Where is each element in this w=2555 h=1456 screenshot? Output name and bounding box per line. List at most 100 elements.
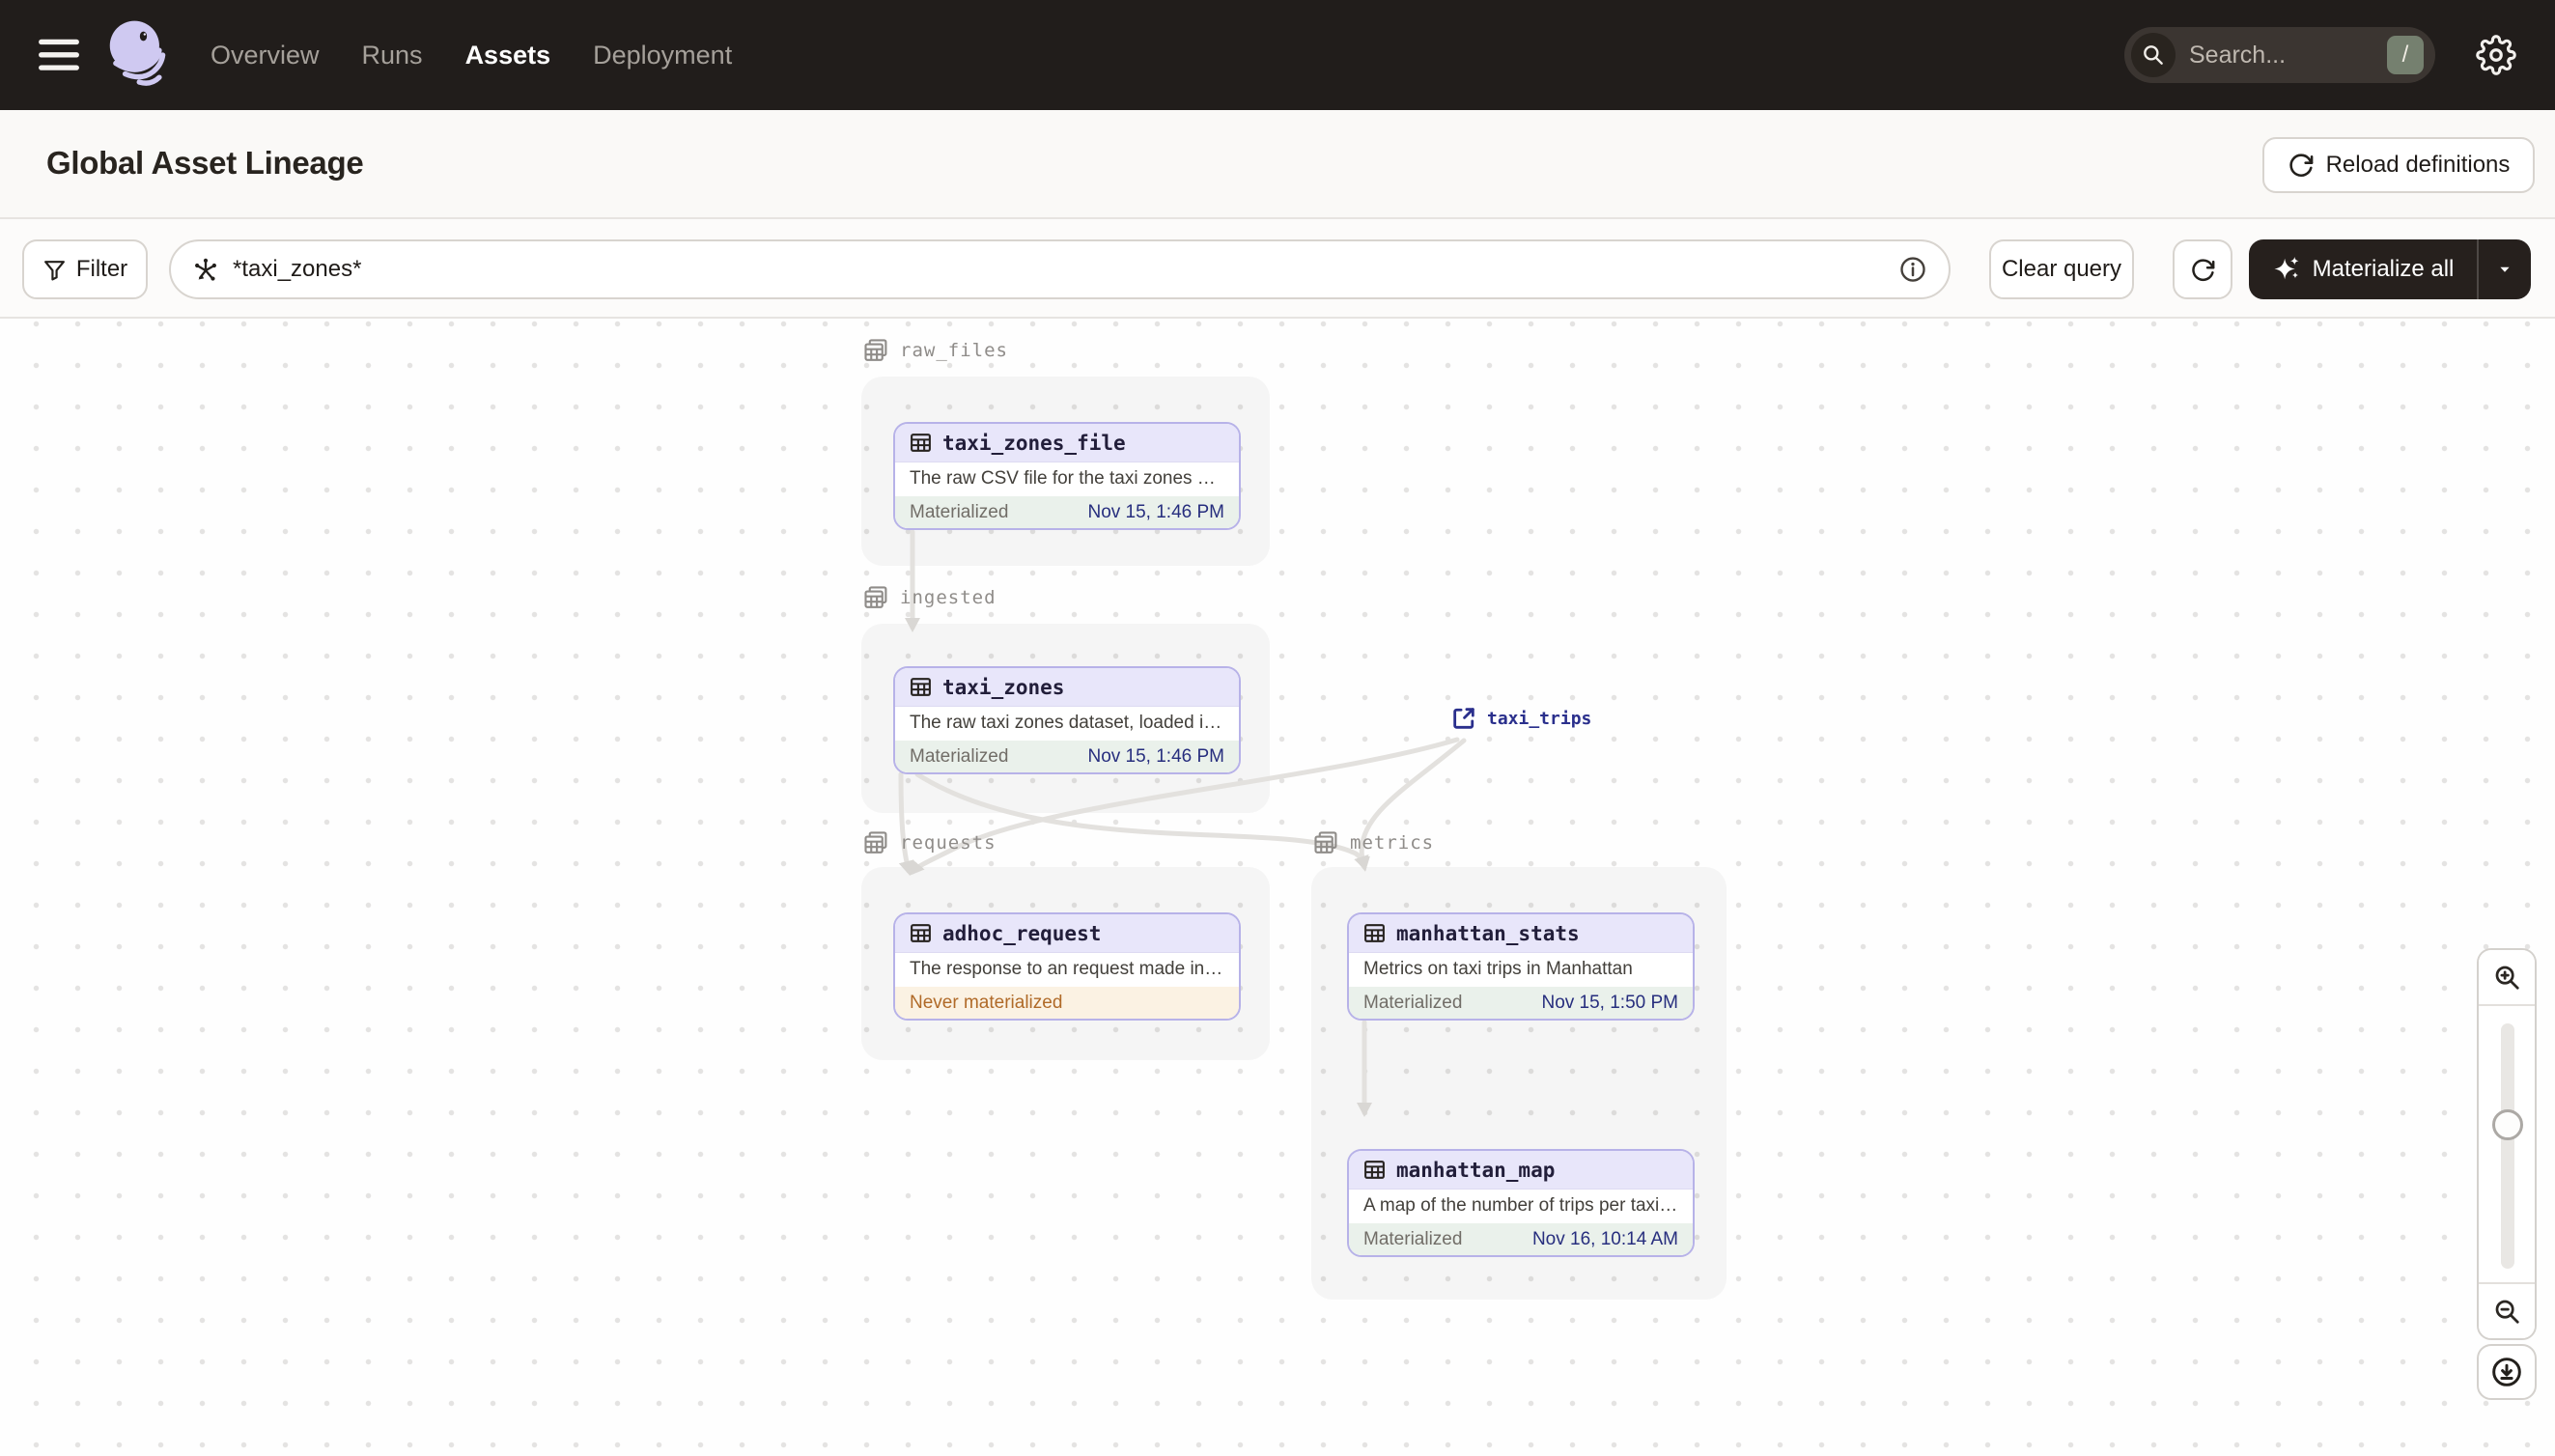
clear-query-button[interactable]: Clear query (1989, 239, 2134, 299)
asset-description: The raw taxi zones dataset, loaded int..… (895, 707, 1239, 741)
lineage-toolbar: Filter *taxi_zones* Clear query Material… (0, 219, 2555, 319)
table-stack-icon (864, 586, 887, 608)
top-navigation-bar: Overview Runs Assets Deployment / (0, 0, 2555, 110)
external-asset-taxi-trips[interactable]: taxi_trips (1450, 705, 1591, 732)
asset-status: Materialized (1363, 992, 1463, 1013)
asset-name: adhoc_request (942, 921, 1102, 945)
asset-node-header: manhattan_map (1349, 1151, 1693, 1190)
asset-node-taxi-zones[interactable]: taxi_zones The raw taxi zones dataset, l… (893, 666, 1241, 774)
zoom-out-icon (2495, 1300, 2519, 1324)
table-icon (911, 924, 931, 942)
asset-description: Metrics on taxi trips in Manhattan (1349, 953, 1693, 987)
zoom-slider-track[interactable] (2501, 1023, 2514, 1269)
asset-node-taxi-zones-file[interactable]: taxi_zones_file The raw CSV file for the… (893, 422, 1241, 530)
asset-selection-input[interactable] (169, 239, 1951, 299)
asset-status-bar: Materialized Nov 15, 1:46 PM (895, 741, 1239, 772)
info-icon[interactable] (1898, 255, 1927, 284)
zoom-slider[interactable] (2479, 1004, 2535, 1284)
asset-name: taxi_zones_file (942, 431, 1126, 455)
zoom-in-icon (2495, 966, 2519, 990)
zoom-out-button[interactable] (2479, 1284, 2535, 1338)
asset-query-input[interactable] (233, 256, 1885, 283)
asset-status-bar: Materialized Nov 15, 1:46 PM (895, 496, 1239, 528)
nav-overview[interactable]: Overview (211, 41, 320, 70)
nav-runs[interactable]: Runs (362, 41, 423, 70)
asset-status: Never materialized (910, 992, 1063, 1013)
graph-selector-icon (195, 258, 216, 281)
refresh-button[interactable] (2173, 239, 2232, 299)
asset-status-bar: Materialized Nov 16, 10:14 AM (1349, 1223, 1693, 1255)
asset-node-manhattan-map[interactable]: manhattan_map A map of the number of tri… (1347, 1149, 1695, 1257)
group-name: ingested (900, 587, 997, 608)
asset-status: Materialized (1363, 1228, 1463, 1249)
group-label-requests[interactable]: requests (861, 828, 997, 857)
table-stack-icon (864, 339, 887, 361)
external-asset-name: taxi_trips (1487, 708, 1592, 729)
filter-button[interactable]: Filter (22, 239, 148, 299)
asset-node-header: manhattan_stats (1349, 914, 1693, 953)
asset-timestamp[interactable]: Nov 16, 10:14 AM (1532, 1229, 1678, 1250)
asset-description: A map of the number of trips per taxi z.… (1349, 1190, 1693, 1223)
gear-icon[interactable] (2476, 35, 2516, 75)
main-nav: Overview Runs Assets Deployment (211, 0, 732, 110)
download-icon (2492, 1358, 2521, 1386)
zoom-controls (2477, 948, 2537, 1340)
table-stack-icon (1314, 831, 1337, 854)
clear-query-label: Clear query (2001, 256, 2122, 282)
dagster-logo-icon[interactable] (100, 13, 176, 98)
asset-node-header: adhoc_request (895, 914, 1239, 953)
asset-node-manhattan-stats[interactable]: manhattan_stats Metrics on taxi trips in… (1347, 912, 1695, 1021)
global-search[interactable]: / (2124, 27, 2435, 83)
app-window: Overview Runs Assets Deployment / Global… (0, 0, 2555, 1456)
table-icon (1364, 924, 1385, 942)
asset-timestamp[interactable]: Nov 15, 1:46 PM (1087, 502, 1224, 523)
table-icon (1364, 1161, 1385, 1179)
chevron-down-icon (2500, 266, 2510, 272)
search-icon (2131, 33, 2176, 77)
search-shortcut-badge: / (2387, 36, 2424, 74)
group-label-raw-files[interactable]: raw_files (861, 336, 1008, 365)
asset-node-header: taxi_zones_file (895, 424, 1239, 462)
reload-definitions-label: Reload definitions (2325, 152, 2511, 178)
sparkles-icon (2274, 257, 2299, 280)
group-name: requests (900, 832, 997, 854)
page-title: Global Asset Lineage (46, 145, 364, 181)
asset-timestamp[interactable]: Nov 15, 1:50 PM (1541, 993, 1678, 1014)
funnel-icon (43, 260, 65, 280)
zoom-in-button[interactable] (2479, 950, 2535, 1004)
asset-description: The raw CSV file for the taxi zones dat.… (895, 462, 1239, 496)
external-link-icon (1453, 708, 1474, 729)
search-input[interactable] (2189, 41, 2387, 70)
group-name: raw_files (900, 340, 1008, 361)
nav-deployment[interactable]: Deployment (593, 41, 732, 70)
reload-definitions-button[interactable]: Reload definitions (2262, 137, 2535, 193)
table-icon (911, 678, 931, 696)
group-label-metrics[interactable]: metrics (1311, 828, 1434, 857)
lineage-edges (898, 529, 1467, 1117)
asset-name: manhattan_map (1396, 1158, 1556, 1182)
refresh-icon (2288, 154, 2313, 177)
materialize-all-label: Materialize all (2312, 256, 2455, 282)
materialize-all-button[interactable]: Materialize all (2249, 239, 2477, 299)
asset-status: Materialized (910, 745, 1009, 767)
zoom-slider-thumb[interactable] (2492, 1109, 2523, 1140)
group-name: metrics (1350, 832, 1435, 854)
materialize-all-split-button: Materialize all (2249, 239, 2531, 299)
asset-node-header: taxi_zones (895, 668, 1239, 707)
asset-description: The response to an request made in th... (895, 953, 1239, 987)
asset-status-bar: Materialized Nov 15, 1:50 PM (1349, 987, 1693, 1019)
table-icon (911, 434, 931, 452)
materialize-options-dropdown[interactable] (2477, 239, 2531, 299)
filter-label: Filter (75, 256, 128, 282)
menu-icon[interactable] (37, 35, 83, 75)
asset-node-adhoc-request[interactable]: adhoc_request The response to an request… (893, 912, 1241, 1021)
asset-timestamp[interactable]: Nov 15, 1:46 PM (1087, 746, 1224, 768)
download-image-button[interactable] (2477, 1344, 2537, 1400)
asset-name: manhattan_stats (1396, 921, 1580, 945)
nav-assets[interactable]: Assets (465, 41, 551, 70)
table-stack-icon (864, 831, 887, 854)
page-header: Global Asset Lineage Reload definitions (0, 110, 2555, 219)
lineage-canvas[interactable]: raw_files ingested requests metrics taxi… (0, 319, 2555, 1456)
group-label-ingested[interactable]: ingested (861, 583, 997, 612)
asset-status-bar: Never materialized (895, 987, 1239, 1019)
